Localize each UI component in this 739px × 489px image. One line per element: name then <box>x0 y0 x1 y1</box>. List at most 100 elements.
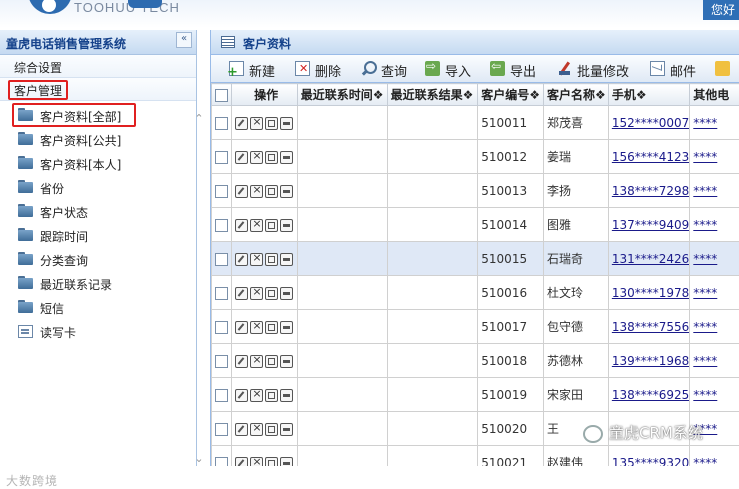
checkbox[interactable] <box>215 89 228 102</box>
print-icon[interactable] <box>280 253 293 266</box>
row-checkbox-cell[interactable] <box>212 446 232 467</box>
copy-icon[interactable] <box>265 151 278 164</box>
table-row[interactable]: 510013李扬138****7298**** <box>212 174 739 208</box>
column-header-name[interactable]: 客户名称❖ <box>544 84 609 106</box>
table-row[interactable]: 510017包守德138****7556**** <box>212 310 739 344</box>
delete-icon[interactable] <box>250 151 263 164</box>
phone-link[interactable]: 138****7556 <box>612 320 689 334</box>
table-row[interactable]: 510018苏德林139****1968**** <box>212 344 739 378</box>
table-row[interactable]: 510011郑茂喜152****0007**** <box>212 106 739 140</box>
table-row[interactable]: 510019宋家田138****6925**** <box>212 378 739 412</box>
print-icon[interactable] <box>280 423 293 436</box>
column-header-code[interactable]: 客户编号❖ <box>478 84 544 106</box>
print-icon[interactable] <box>280 457 293 467</box>
delete-icon[interactable] <box>250 321 263 334</box>
checkbox[interactable] <box>215 389 228 402</box>
delete-icon[interactable] <box>250 219 263 232</box>
chevron-up-icon[interactable]: ⌃ <box>192 112 206 126</box>
copy-icon[interactable] <box>265 389 278 402</box>
other-phone-link[interactable]: **** <box>693 456 717 467</box>
copy-icon[interactable] <box>265 287 278 300</box>
row-checkbox-cell[interactable] <box>212 208 232 242</box>
print-icon[interactable] <box>280 321 293 334</box>
copy-icon[interactable] <box>265 457 278 467</box>
delete-icon[interactable] <box>250 253 263 266</box>
other-phone-link[interactable]: **** <box>693 354 717 368</box>
collapse-sidebar-button[interactable]: « <box>176 32 192 48</box>
row-checkbox-cell[interactable] <box>212 310 232 344</box>
row-checkbox-cell[interactable] <box>212 242 232 276</box>
table-row[interactable]: 510014图雅137****9409**** <box>212 208 739 242</box>
tree-item-province[interactable]: 省份 <box>18 177 188 199</box>
row-checkbox-cell[interactable] <box>212 344 232 378</box>
copy-icon[interactable] <box>265 253 278 266</box>
delete-icon[interactable] <box>250 423 263 436</box>
edit-icon[interactable] <box>235 151 248 164</box>
row-checkbox-cell[interactable] <box>212 412 232 446</box>
phone-link[interactable]: 139****1968 <box>612 354 689 368</box>
print-icon[interactable] <box>280 355 293 368</box>
tree-item-card-reader[interactable]: 读写卡 <box>18 321 188 343</box>
row-checkbox-cell[interactable] <box>212 174 232 208</box>
edit-icon[interactable] <box>235 287 248 300</box>
phone-link[interactable]: 130****1978 <box>612 286 689 300</box>
copy-icon[interactable] <box>265 219 278 232</box>
copy-icon[interactable] <box>265 355 278 368</box>
column-header-last-time[interactable]: 最近联系时间❖ <box>297 84 387 106</box>
column-header-last-result[interactable]: 最近联系结果❖ <box>387 84 478 106</box>
other-phone-link[interactable]: **** <box>693 184 717 198</box>
column-header-other-phone[interactable]: 其他电 <box>690 84 739 106</box>
edit-icon[interactable] <box>235 253 248 266</box>
phone-link[interactable]: 131****2426 <box>612 252 689 266</box>
other-phone-link[interactable]: **** <box>693 116 717 130</box>
other-phone-link[interactable]: **** <box>693 320 717 334</box>
other-phone-link[interactable]: **** <box>693 252 717 266</box>
checkbox[interactable] <box>215 185 228 198</box>
column-header-phone[interactable]: 手机❖ <box>608 84 689 106</box>
checkbox[interactable] <box>215 321 228 334</box>
print-icon[interactable] <box>280 185 293 198</box>
phone-link[interactable]: 156****4123 <box>612 150 689 164</box>
other-phone-link[interactable]: **** <box>693 388 717 402</box>
tree-item-sms[interactable]: 短信 <box>18 297 188 319</box>
sidebar-scrollbar[interactable]: ⌃ ⌄ <box>192 112 206 466</box>
chevron-down-icon[interactable]: ⌄ <box>192 452 206 466</box>
print-icon[interactable] <box>280 117 293 130</box>
delete-icon[interactable] <box>250 389 263 402</box>
other-phone-link[interactable]: **** <box>693 286 717 300</box>
select-all-checkbox-cell[interactable] <box>212 84 232 106</box>
print-icon[interactable] <box>280 389 293 402</box>
row-checkbox-cell[interactable] <box>212 276 232 310</box>
edit-icon[interactable] <box>235 355 248 368</box>
tree-item-customers-mine[interactable]: 客户资料[本人] <box>18 153 188 175</box>
copy-icon[interactable] <box>265 185 278 198</box>
checkbox[interactable] <box>215 457 228 467</box>
checkbox[interactable] <box>215 117 228 130</box>
delete-icon[interactable] <box>250 117 263 130</box>
row-checkbox-cell[interactable] <box>212 378 232 412</box>
delete-icon[interactable] <box>250 185 263 198</box>
phone-link[interactable]: 138****6925 <box>612 388 689 402</box>
phone-link[interactable]: 137****9409 <box>612 218 689 232</box>
edit-icon[interactable] <box>235 457 248 467</box>
print-icon[interactable] <box>280 151 293 164</box>
tree-item-recent-contacts[interactable]: 最近联系记录 <box>18 273 188 295</box>
edit-icon[interactable] <box>235 389 248 402</box>
checkbox[interactable] <box>215 423 228 436</box>
tree-item-customer-status[interactable]: 客户状态 <box>18 201 188 223</box>
table-row[interactable]: 510012姜瑞156****4123**** <box>212 140 739 174</box>
tree-item-customers-public[interactable]: 客户资料[公共] <box>18 129 188 151</box>
phone-link[interactable]: 138****7298 <box>612 184 689 198</box>
delete-icon[interactable] <box>250 457 263 467</box>
copy-icon[interactable] <box>265 423 278 436</box>
other-phone-link[interactable]: **** <box>693 150 717 164</box>
delete-icon[interactable] <box>250 355 263 368</box>
row-checkbox-cell[interactable] <box>212 140 232 174</box>
checkbox[interactable] <box>215 151 228 164</box>
checkbox[interactable] <box>215 219 228 232</box>
copy-icon[interactable] <box>265 117 278 130</box>
row-checkbox-cell[interactable] <box>212 106 232 140</box>
checkbox[interactable] <box>215 287 228 300</box>
table-row[interactable]: 510021赵建伟135****9320**** <box>212 446 739 467</box>
other-phone-link[interactable]: **** <box>693 218 717 232</box>
